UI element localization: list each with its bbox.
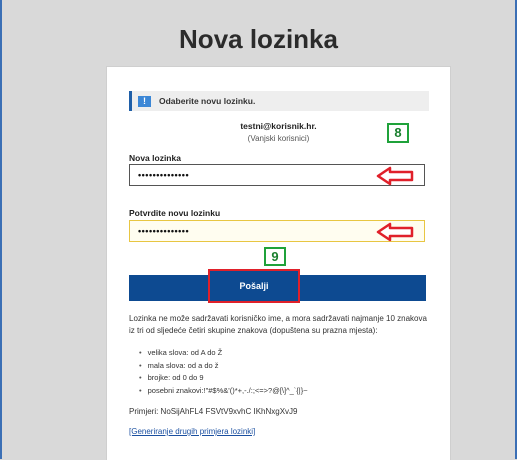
rule-item: brojke: od 0 do 9: [139, 372, 308, 385]
step-badge-9: 9: [264, 247, 286, 266]
confirm-password-label: Potvrdite novu lozinku: [129, 208, 221, 218]
arrow-left-icon: [376, 222, 414, 242]
arrow-left-icon: [376, 166, 414, 186]
submit-button[interactable]: Pošalji: [208, 269, 300, 303]
rule-item: mala slova: od a do ž: [139, 360, 308, 373]
rule-item: posebni znakovi:!"#$%&'()*+,-./:;<=>?@[\…: [139, 385, 308, 398]
window-frame-left: [0, 0, 2, 459]
generate-examples-link[interactable]: [Generiranje drugih primjera lozinki]: [129, 427, 255, 436]
password-rules-intro: Lozinka ne može sadržavati korisničko im…: [129, 314, 427, 335]
message-icon: !: [138, 95, 151, 107]
new-password-value: ••••••••••••••: [138, 170, 190, 180]
confirm-password-value: ••••••••••••••: [138, 226, 190, 236]
page-title: Nova lozinka: [179, 24, 338, 54]
rule-item: velika slova: od A do Ž: [139, 347, 308, 360]
info-text: Odaberite novu lozinku.: [159, 96, 256, 106]
info-bar: ! Odaberite novu lozinku.: [129, 91, 429, 111]
new-password-label: Nova lozinka: [129, 153, 181, 163]
step-badge-8: 8: [387, 123, 409, 143]
password-card: ! Odaberite novu lozinku. testni@korisni…: [106, 66, 451, 460]
password-examples: Primjeri: NoSijAhFL4 FSVtV9xvhC IKhNxgXv…: [129, 407, 298, 416]
password-rules-list: velika slova: od A do Ž mala slova: od a…: [139, 347, 308, 397]
